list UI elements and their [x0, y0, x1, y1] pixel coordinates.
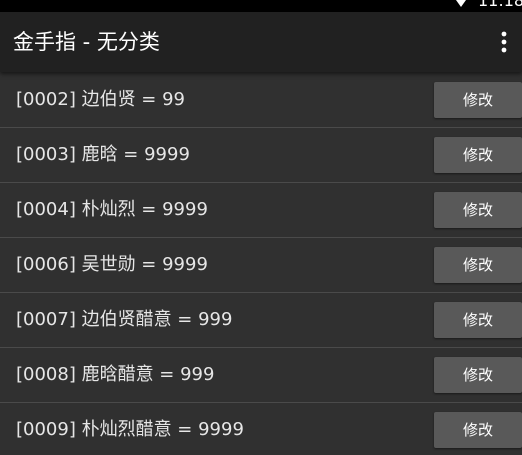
list-item: [0002] 边伯贤 = 99 修改 [0, 73, 522, 128]
list-item: [0006] 吴世勋 = 9999 修改 [0, 238, 522, 293]
cheat-label: [0003] 鹿晗 = 9999 [16, 128, 190, 182]
cheat-list: [0002] 边伯贤 = 99 修改 [0003] 鹿晗 = 9999 修改 [… [0, 73, 522, 455]
list-item: [0008] 鹿晗醋意 = 999 修改 [0, 348, 522, 403]
cheat-label: [0007] 边伯贤醋意 = 999 [16, 293, 232, 347]
list-item: [0007] 边伯贤醋意 = 999 修改 [0, 293, 522, 348]
edit-button[interactable]: 修改 [434, 137, 522, 173]
list-item: [0009] 朴灿烈醋意 = 9999 修改 [0, 403, 522, 455]
wifi-icon [455, 0, 467, 8]
screen: 11:18 金手指 - 无分类 [0002] 边伯贤 = 99 修改 [0003… [0, 0, 522, 455]
cheat-label: [0004] 朴灿烈 = 9999 [16, 183, 208, 237]
list-item: [0004] 朴灿烈 = 9999 修改 [0, 183, 522, 238]
edit-button[interactable]: 修改 [434, 247, 522, 283]
edit-button[interactable]: 修改 [434, 302, 522, 338]
page-title: 金手指 - 无分类 [13, 12, 160, 72]
edit-button[interactable]: 修改 [434, 412, 522, 448]
status-clock: 11:18 [478, 0, 522, 10]
edit-button[interactable]: 修改 [434, 357, 522, 393]
cheat-label: [0008] 鹿晗醋意 = 999 [16, 348, 214, 402]
list-item: [0003] 鹿晗 = 9999 修改 [0, 128, 522, 183]
app-bar: 金手指 - 无分类 [0, 12, 522, 72]
cheat-label: [0006] 吴世勋 = 9999 [16, 238, 208, 292]
cheat-label: [0002] 边伯贤 = 99 [16, 73, 185, 127]
overflow-menu-icon [501, 31, 507, 53]
cheat-label: [0009] 朴灿烈醋意 = 9999 [16, 403, 244, 455]
status-bar: 11:18 [0, 0, 522, 12]
edit-button[interactable]: 修改 [434, 192, 522, 228]
edit-button[interactable]: 修改 [434, 82, 522, 118]
overflow-menu-button[interactable] [488, 24, 520, 60]
